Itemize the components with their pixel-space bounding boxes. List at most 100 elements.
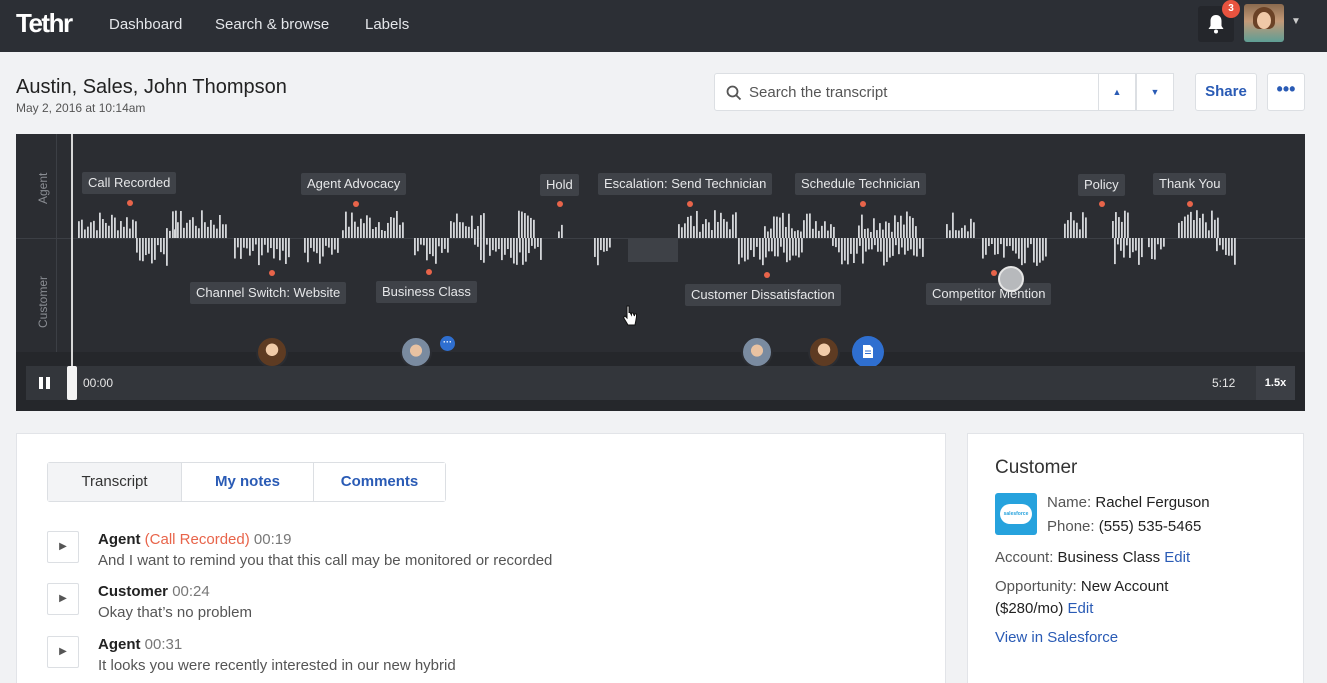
play-segment-button[interactable]: ▶ [47,583,79,615]
play-segment-button[interactable]: ▶ [47,636,79,668]
customer-speech-bar [1117,238,1119,245]
customer-speech-bar [1120,238,1122,251]
event-customer-dissatisfaction[interactable]: Customer Dissatisfaction [685,284,841,306]
event-schedule-technician[interactable]: Schedule Technician [795,173,927,195]
customer-speech-bar [151,238,153,264]
event-marker[interactable] [687,201,693,207]
search-input[interactable] [749,75,1089,109]
agent-speech-bar [970,218,972,238]
more-options-button[interactable]: ••• [1267,73,1305,111]
avatar[interactable] [256,336,288,368]
event-marker[interactable] [860,201,866,207]
event-hold[interactable]: Hold [540,174,579,196]
agent-speech-bar [357,226,359,238]
agent-speech-bar [483,213,485,238]
event-marker[interactable] [557,201,563,207]
timestamp[interactable]: 00:31 [145,636,183,653]
customer-speech-bar [862,238,864,264]
event-channel-switch[interactable]: Channel Switch: Website [190,282,347,304]
agent-speech-bar [456,213,458,238]
tab-comments[interactable]: Comments [313,463,445,501]
event-tag[interactable]: (Call Recorded) [145,531,250,548]
customer-speech-bar [540,238,542,260]
avatar[interactable] [808,336,840,368]
agent-speech-bar [186,222,188,238]
event-marker[interactable] [426,269,432,275]
playback-speed-button[interactable]: 1.5x [1256,366,1295,400]
customer-speech-bar [486,238,488,245]
note-button[interactable] [852,336,884,368]
progress-handle[interactable] [67,366,77,400]
customer-speech-bar [844,238,846,261]
agent-speech-bar [827,230,829,238]
nav-dashboard[interactable]: Dashboard [109,16,182,33]
agent-speech-bar [189,219,191,238]
waveform[interactable] [16,134,1305,356]
event-thank-you[interactable]: Thank You [1153,173,1227,195]
agent-speech-bar [1199,218,1201,238]
customer-speech-bar [157,238,159,246]
play-segment-button[interactable]: ▶ [47,531,79,563]
agent-speech-bar [468,226,470,238]
customer-speech-bar [447,238,449,253]
event-marker[interactable] [353,201,359,207]
customer-speech-bar [258,238,260,266]
customer-speech-bar [1222,238,1224,250]
edit-opportunity-link[interactable]: Edit [1068,600,1094,617]
agent-speech-bar [530,217,532,238]
agent-speech-bar [169,230,171,238]
event-competitor-mention[interactable]: Competitor Mention [926,283,1052,305]
customer-speech-bar [916,238,918,257]
customer-speech-bar [850,238,852,254]
event-business-class[interactable]: Business Class [376,281,477,303]
agent-speech-bar [521,211,523,238]
customer-speech-bar [1141,238,1143,258]
customer-speech-bar [474,238,476,245]
nav-labels[interactable]: Labels [365,16,409,33]
comment-badge[interactable]: ··· [440,336,455,351]
tab-transcript[interactable]: Transcript [48,463,181,501]
agent-speech-bar [219,214,221,238]
nav-search-browse[interactable]: Search & browse [215,16,329,33]
customer-speech-bar [1160,238,1162,250]
agent-speech-bar [1181,221,1183,238]
timestamp[interactable]: 00:24 [172,583,210,600]
agent-speech-bar [120,221,122,238]
avatar[interactable] [741,336,773,368]
event-escalation[interactable]: Escalation: Send Technician [598,173,773,195]
event-marker[interactable] [1187,201,1193,207]
chevron-down-icon[interactable]: ▼ [1291,16,1301,27]
event-marker[interactable] [269,270,275,276]
pause-button[interactable] [26,366,62,400]
agent-speech-bar [381,230,383,238]
event-call-recorded[interactable]: Call Recorded [82,172,177,194]
tethr-logo[interactable]: Tethr [16,8,73,39]
customer-speech-bar [756,238,758,247]
user-avatar[interactable] [1244,4,1284,42]
view-in-salesforce-link[interactable]: View in Salesforce [995,629,1118,646]
customer-speech-bar [1126,238,1128,246]
share-button[interactable]: Share [1195,73,1257,111]
timestamp[interactable]: 00:19 [254,531,292,548]
event-marker[interactable] [764,272,770,278]
agent-speech-bar [882,229,884,238]
avatar[interactable] [400,336,432,368]
event-marker[interactable] [1099,201,1105,207]
hover-scrub-indicator[interactable] [998,266,1024,292]
search-prev-button[interactable]: ▲ [1098,73,1136,111]
tab-my-notes[interactable]: My notes [181,463,313,501]
event-policy[interactable]: Policy [1078,174,1125,196]
playhead[interactable] [71,134,73,396]
event-marker[interactable] [991,270,997,276]
agent-speech-bar [1112,221,1114,238]
agent-speech-bar [858,225,860,238]
agent-speech-bar [87,226,89,238]
agent-speech-bar [815,221,817,238]
edit-account-link[interactable]: Edit [1164,549,1190,566]
event-marker[interactable] [127,200,133,206]
event-agent-advocacy[interactable]: Agent Advocacy [301,173,407,195]
search-next-button[interactable]: ▼ [1136,73,1174,111]
agent-speech-bar [84,229,86,238]
agent-speech-bar [126,217,128,238]
agent-speech-bar [117,230,119,238]
